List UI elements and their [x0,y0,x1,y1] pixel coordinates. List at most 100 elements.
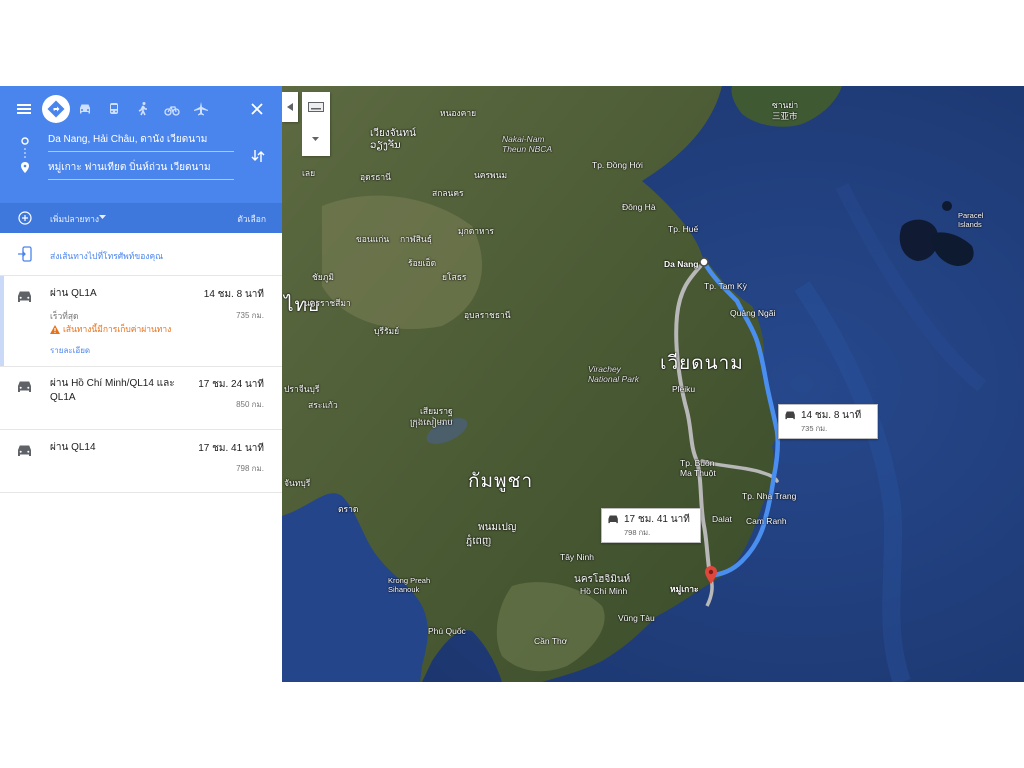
label-vientiane-lo: ວຽງຈັນ [370,140,401,151]
label-pleiku: Pleiku [672,384,696,394]
travel-mode-bar [0,86,282,132]
label-hue: Tp. Huế [668,224,699,234]
route-option-2[interactable]: ผ่าน Hồ Chí Minh/QL14 และ QL1A 17 ชม. 24… [0,366,282,430]
send-to-phone-link[interactable]: ส่งเส้นทางไปที่โทรศัพท์ของคุณ [50,249,163,263]
bubble-distance: 798 กม. [624,528,651,537]
bubble-distance: 735 กม. [801,424,828,433]
label-roi-et: ร้อยเอ็ด [408,258,437,268]
route-via: ผ่าน QL14 [50,442,96,453]
flight-icon[interactable] [187,95,215,123]
car-icon [18,381,31,392]
car-icon [785,411,795,420]
keyboard-icon [308,102,324,112]
directions-header: Da Nang, Hải Châu, ดานัง เวียดนาม หมู่เก… [0,86,282,233]
label-destination: หมู่เกาะ [670,584,699,594]
label-hcm: Hồ Chí Minh [580,586,628,596]
collapse-panel-button[interactable] [282,92,298,122]
label-chaiyaphum: ชัยภูมิ [312,272,334,282]
route-time: 17 ชม. 24 นาที [198,379,264,390]
route-via: ผ่าน QL1A [50,288,97,299]
label-dong-ha: Đông Hà [622,202,656,212]
label-dalat: Dalat [712,514,732,524]
label-ubon: อุบลราชธานี [464,310,511,320]
label-buon-ma-thuot: Tp. Buôn Ma Thuột [680,458,716,478]
label-can-tho: Cần Thơ [534,636,568,646]
close-icon[interactable] [243,95,271,123]
label-cam-ranh: Cam Ranh [746,516,787,526]
label-virachey: Virachey National Park [588,364,640,384]
route-option-3[interactable]: ผ่าน QL14 17 ชม. 41 นาที 798 กม. [0,430,282,493]
origin-marker[interactable] [699,257,709,267]
options-button[interactable]: ตัวเลือก [237,212,266,226]
car-icon[interactable] [71,95,99,123]
transit-icon[interactable] [100,95,128,123]
label-tay-ninh: Tây Ninh [560,552,595,562]
label-nha-trang: Tp. Nha Trang [742,491,797,501]
route-distance: 798 กม. [236,464,264,473]
label-sa-kaeo: สระแก้ว [308,400,338,410]
destination-input[interactable]: หมู่เกาะ ฟานเทียต บิ่นห์ถ่วน เวียดนาม [48,157,234,180]
route-option-1[interactable]: ผ่าน QL1A 14 ชม. 8 นาที เร็วที่สุด 735 ก… [0,276,282,367]
car-icon [18,291,31,302]
menu-icon[interactable] [10,95,38,123]
route-dots-icon [21,137,29,173]
route-time: 17 ชม. 41 นาที [198,443,264,454]
label-phnom-penh-km: ភ្នំពេញ [466,536,492,547]
label-nakhon-phanom: นครพนม [474,170,508,180]
route-options-row: เพิ่มปลายทาง ตัวเลือก [0,203,282,233]
label-sanya-zh: 三亚市 [772,111,798,121]
chevron-down-icon[interactable] [99,215,106,220]
toll-warning-text: เส้นทางนี้มีการเก็บค่าผ่านทาง [63,324,172,334]
route-via: ผ่าน Hồ Chí Minh/QL14 และ QL1A [50,378,175,403]
label-phu-quoc: Phú Quốc [428,626,466,636]
label-hcm-th: นครโฮจิมินห์ [574,574,631,585]
label-quang-ngai: Quảng Ngãi [730,308,776,318]
bicycle-icon[interactable] [158,95,186,123]
map-canvas[interactable]: 14 ชม. 8 นาที 735 กม. 17 ชม. 41 นาที 798… [282,86,1024,682]
route-fastest: เร็วที่สุด [50,311,79,321]
label-khon-kaen: ขอนแก่น [356,234,390,244]
label-nong-khai: หนองคาย [440,108,477,118]
walk-icon[interactable] [129,95,157,123]
bubble-time: 14 ชม. 8 นาที [801,410,862,421]
bubble-time: 17 ชม. 41 นาที [624,514,690,525]
swap-icon[interactable] [244,142,272,170]
label-vietnam: เวียดนาม [660,353,744,374]
label-mukdahan: มุกดาหาร [458,226,494,236]
send-to-phone-row[interactable]: ส่งเส้นทางไปที่โทรศัพท์ของคุณ [0,233,282,276]
route-distance: 850 กม. [236,400,264,409]
route-details-link[interactable]: รายละเอียด [50,344,90,357]
origin-input[interactable]: Da Nang, Hải Châu, ดานัง เวียดนาม [48,129,234,152]
label-vung-tau: Vũng Tàu [618,613,655,623]
directions-panel: Da Nang, Hải Châu, ดานัง เวียดนาม หมู่เก… [0,86,282,682]
label-korat: นครราชสีมา [304,298,351,308]
label-nakai: Nakai-Nam Theun NBCA [502,134,553,154]
label-tam-ky: Tp. Tam Kỳ [704,281,747,291]
label-cambodia: กัมพูชา [468,471,534,492]
chevron-down-icon [312,137,319,141]
label-siem-reap-km: ក្រុងសៀមរាប [410,417,453,427]
alt-route-bubble[interactable]: 17 ชม. 41 นาที 798 กม. [601,508,701,543]
label-da-nang: Da Nang [664,259,699,269]
label-loei: เลย [302,168,316,178]
label-dong-hoi: Tp. Đồng Hới [592,160,643,170]
label-trat: ตราด [338,504,359,514]
label-krong-preah: Krong Preah Sihanouk [388,576,431,594]
best-route-icon[interactable] [42,95,70,123]
label-phnom-penh-th: พนมเปญ [478,522,517,533]
label-siem-reap-th: เสียมราฐ [420,406,453,416]
label-prachinburi: ปราจีนบุรี [284,384,320,394]
label-yasothon: ยโสธร [442,272,467,282]
warning-icon [50,324,60,334]
car-icon [18,445,31,456]
add-destination-button[interactable]: เพิ่มปลายทาง [50,212,99,226]
label-kalasin: กาฬสินธุ์ [400,234,432,244]
label-udon: อุดรธานี [360,172,391,182]
keyboard-input-control[interactable] [302,92,330,156]
chevron-left-icon [287,103,293,111]
add-destination-icon[interactable] [18,211,32,225]
send-to-phone-icon [18,246,32,262]
route-time: 14 ชม. 8 นาที [203,289,264,300]
destination-pin-icon[interactable] [705,566,717,584]
primary-route-bubble[interactable]: 14 ชม. 8 นาที 735 กม. [778,404,878,439]
